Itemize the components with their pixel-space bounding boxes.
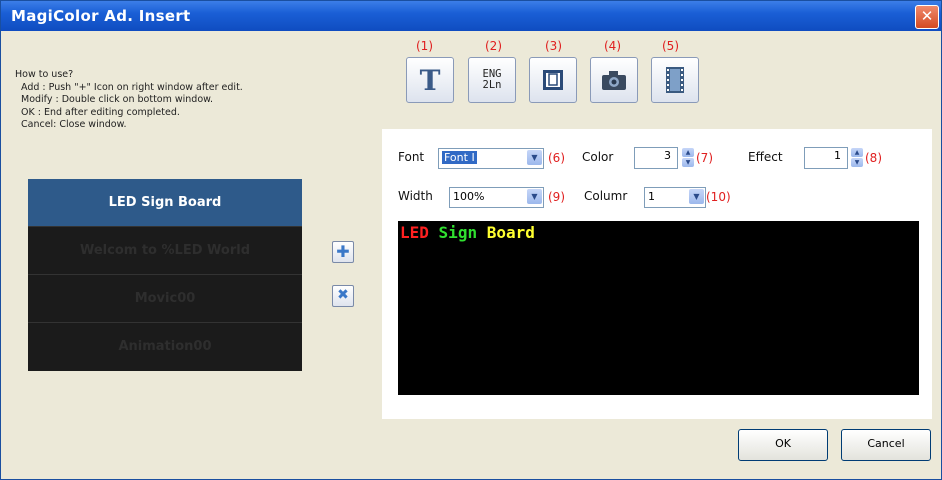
font-label: Font <box>398 150 425 164</box>
width-select[interactable]: 100% ▼ <box>449 187 544 208</box>
annotation-7: (7) <box>696 151 713 165</box>
width-label: Width <box>398 189 433 203</box>
help-line-add: Add : Push "+" Icon on right window afte… <box>21 81 243 93</box>
preview-word: Board <box>486 223 535 242</box>
width-value: 100% <box>453 190 485 203</box>
help-heading: How to use? <box>15 69 74 80</box>
delete-button[interactable]: ✖ <box>332 285 354 307</box>
help-text: How to use? Add : Push "+" Icon on right… <box>15 69 243 132</box>
edit-panel: Font Font I ▼ (6) Color 3 ▲ ▼ (7) Effect … <box>382 129 932 419</box>
annotation-4: (4) <box>604 39 621 53</box>
chevron-down-icon: ▼ <box>527 189 542 204</box>
column-select[interactable]: 1 ▼ <box>644 187 706 208</box>
frame-tool-button[interactable] <box>529 57 577 103</box>
help-line-ok: OK : End after editing completed. <box>21 106 180 118</box>
ad-list[interactable]: LED Sign Board Welcom to %LED World Movi… <box>28 179 302 371</box>
font-value: Font I <box>442 151 477 164</box>
color-value: 3 <box>664 149 671 162</box>
annotation-10: (10) <box>706 190 731 204</box>
column-value: 1 <box>648 190 655 203</box>
camera-icon <box>602 71 626 90</box>
chevron-down-icon: ▼ <box>689 189 704 204</box>
effect-label: Effect <box>748 150 783 164</box>
list-item[interactable]: Animation00 <box>28 323 302 370</box>
list-item[interactable]: LED Sign Board <box>28 179 302 227</box>
annotation-2: (2) <box>485 39 502 53</box>
two-line-english-icon: ENG 2Ln <box>483 69 502 91</box>
annotation-8: (8) <box>865 151 882 165</box>
list-item[interactable]: Movic00 <box>28 275 302 323</box>
column-label: Columr <box>584 189 628 203</box>
preview-word: LED <box>400 223 429 242</box>
ok-button[interactable]: OK <box>738 429 828 461</box>
help-line-modify: Modify : Double click on bottom window. <box>21 94 214 105</box>
movie-tool-button[interactable] <box>651 57 699 103</box>
dialog-window: MagiColor Ad. Insert ✕ How to use? Add :… <box>0 0 942 480</box>
help-line-cancel: Cancel: Close window. <box>21 119 127 130</box>
annotation-6: (6) <box>548 151 565 165</box>
led-preview[interactable]: LED Sign Board <box>398 221 919 395</box>
chevron-down-icon: ▼ <box>527 150 542 165</box>
effect-value: 1 <box>834 149 841 162</box>
color-spinner[interactable]: 3 <box>634 147 678 169</box>
text-icon: T <box>419 63 441 97</box>
preview-text: LED Sign Board <box>400 223 535 242</box>
font-select[interactable]: Font I ▼ <box>438 148 544 169</box>
eng-line-2: 2Ln <box>482 79 502 91</box>
preview-word: Sign <box>438 223 478 242</box>
list-item[interactable]: Welcom to %LED World <box>28 227 302 275</box>
annotation-5: (5) <box>662 39 679 53</box>
color-spin-buttons[interactable]: ▲ ▼ <box>682 148 694 168</box>
window-title: MagiColor Ad. Insert <box>11 7 191 25</box>
annotation-9: (9) <box>548 190 565 204</box>
annotation-3: (3) <box>545 39 562 53</box>
color-label: Color <box>582 150 614 164</box>
annotation-1: (1) <box>416 39 433 53</box>
image-tool-button[interactable] <box>590 57 638 103</box>
cancel-button[interactable]: Cancel <box>841 429 931 461</box>
effect-spin-buttons[interactable]: ▲ ▼ <box>851 148 863 168</box>
title-bar[interactable]: MagiColor Ad. Insert ✕ <box>1 1 941 31</box>
text-tool-button[interactable]: T <box>406 57 454 103</box>
eng-2line-tool-button[interactable]: ENG 2Ln <box>468 57 516 103</box>
film-icon <box>666 67 684 93</box>
frame-icon <box>543 70 563 90</box>
add-button[interactable]: ✚ <box>332 241 354 263</box>
close-button[interactable]: ✕ <box>915 5 939 29</box>
effect-spinner[interactable]: 1 <box>804 147 848 169</box>
